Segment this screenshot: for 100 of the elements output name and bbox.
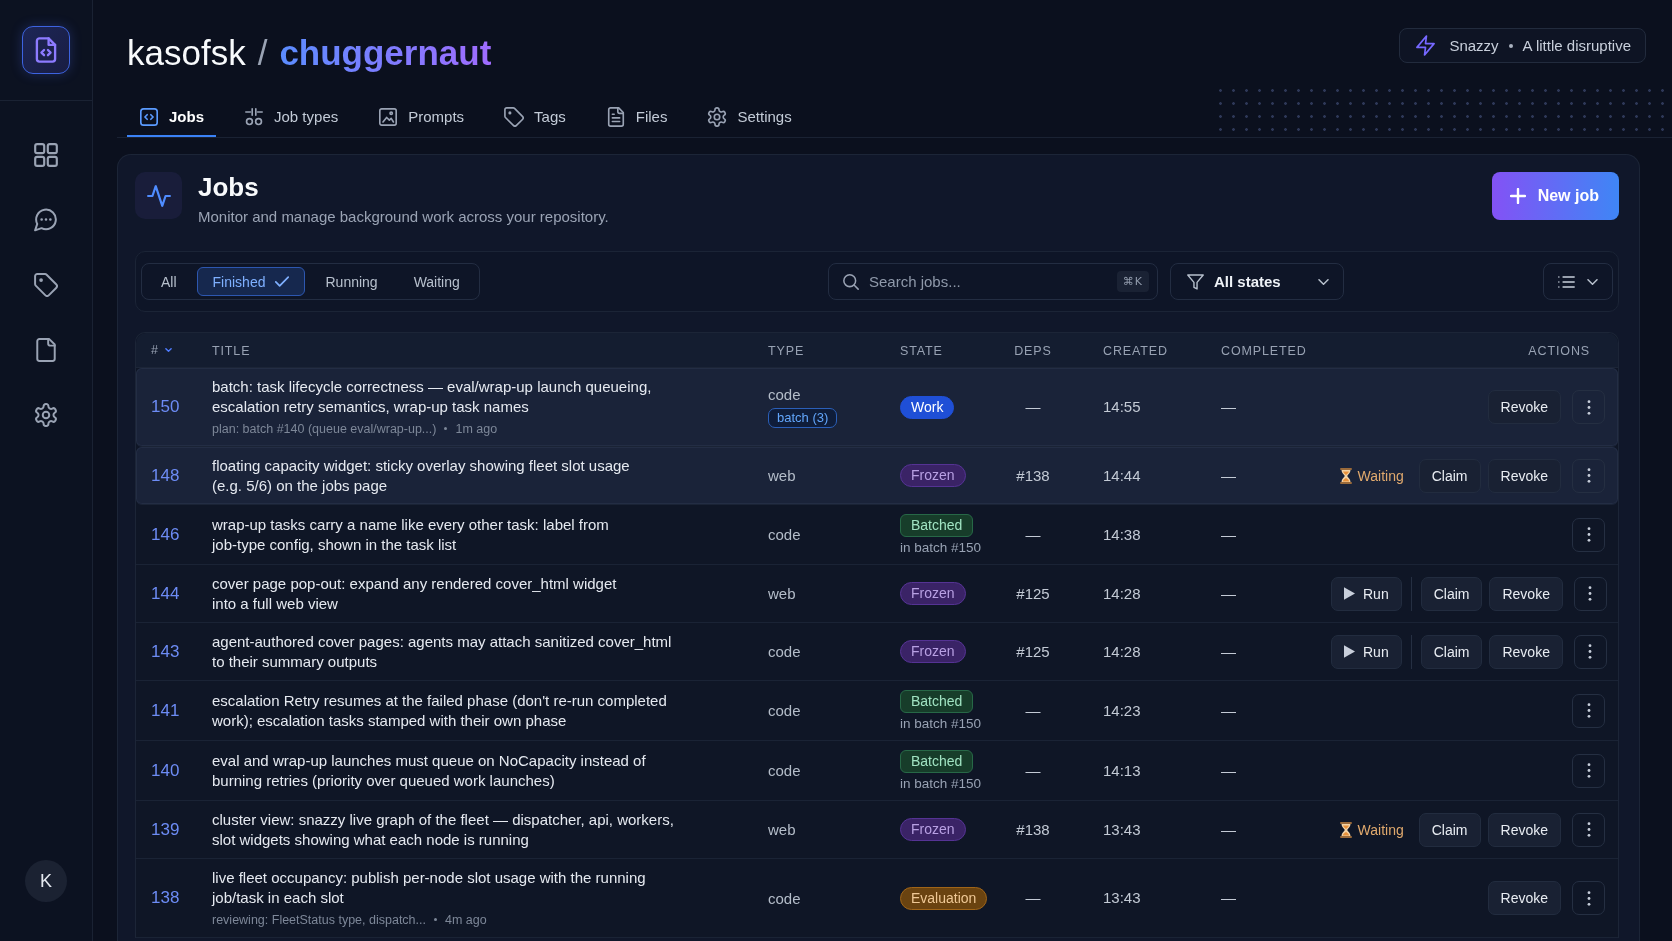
action-button[interactable]: Revoke <box>1489 634 1563 669</box>
state-filter-dropdown[interactable]: All states <box>1170 263 1344 300</box>
job-number-link[interactable]: 148 <box>136 465 180 486</box>
job-title: floating capacity widget: sticky overlay showing fleet slot usage (e.g. 5/6) on the jobs page <box>212 455 631 496</box>
table-row[interactable]: 148 floating capacity widget: sticky overlay showing fleet slot usage (e.g. 5/6) on the jobs page web Frozen #138 14:44 — Waiting Claim Revoke <box>136 447 1618 505</box>
deps-text: #138 <box>1016 820 1050 838</box>
chat-icon[interactable] <box>34 208 58 232</box>
more-button[interactable] <box>1572 693 1605 728</box>
deps-text: #125 <box>1016 584 1050 602</box>
batch-tag[interactable]: batch (3) <box>768 408 838 428</box>
more-button[interactable] <box>1572 458 1605 493</box>
created-time: 14:44 <box>1103 466 1141 484</box>
column-header: STATE <box>900 344 943 358</box>
bullet-icon <box>444 427 448 430</box>
more-button[interactable] <box>1572 812 1605 847</box>
column-header: TITLE <box>212 344 251 358</box>
job-number-link[interactable]: 141 <box>136 700 180 721</box>
vertical-dots-icon <box>1586 527 1591 542</box>
job-title: agent-authored cover pages: agents may attach sanitized cover_html to their summary outputs <box>212 631 673 672</box>
filter-tab[interactable]: All <box>145 267 193 296</box>
column-header: # <box>151 343 159 357</box>
vertical-dots-icon <box>1586 890 1591 906</box>
state-badge: Frozen <box>900 464 966 487</box>
settings-icon <box>707 107 728 127</box>
list-icon <box>1558 275 1575 288</box>
user-avatar[interactable]: K <box>25 860 67 902</box>
action-button[interactable]: Revoke <box>1487 390 1561 424</box>
filter-tab[interactable]: Waiting <box>397 267 476 296</box>
job-title: escalation Retry resumes at the failed phase (don't re-run completed work); escalation tasks stamped with their own phase <box>212 690 668 731</box>
job-type: web <box>768 821 796 838</box>
job-number-link[interactable]: 139 <box>136 819 180 840</box>
mood-button[interactable]: Snazzy A little disruptive <box>1399 28 1646 63</box>
play-icon <box>1344 587 1355 600</box>
panel-title: Jobs <box>198 172 259 202</box>
created-time: 14:55 <box>1103 398 1141 415</box>
column-header: ACTIONS <box>1528 344 1590 358</box>
new-job-button[interactable]: New job <box>1491 172 1619 220</box>
filter-tab[interactable]: Running <box>309 267 394 296</box>
action-button[interactable]: Revoke <box>1487 812 1561 847</box>
action-button[interactable]: Claim <box>1418 458 1481 493</box>
run-button[interactable]: Run <box>1331 634 1402 669</box>
job-number-link[interactable]: 150 <box>136 397 180 417</box>
state-badge: Batched <box>900 749 974 773</box>
tag-icon <box>504 107 525 127</box>
sliders-icon <box>244 107 264 127</box>
action-button[interactable]: Revoke <box>1489 576 1563 611</box>
more-button[interactable] <box>1572 517 1605 552</box>
nav-tab[interactable]: Jobs <box>127 97 216 137</box>
job-number-link[interactable]: 140 <box>136 760 180 781</box>
state-badge: Evaluation <box>900 886 988 910</box>
nav-tab[interactable]: Files <box>593 97 680 137</box>
tag-icon[interactable] <box>34 273 58 297</box>
job-title: batch: task lifecycle correctness — eval/wrap-up launch queueing, escalation retry semantics, wrap-up task names <box>212 376 653 417</box>
more-button[interactable] <box>1572 753 1605 788</box>
view-menu-button[interactable] <box>1543 263 1613 300</box>
action-button[interactable]: Claim <box>1420 634 1483 669</box>
owner-name[interactable]: kasofsk <box>127 32 246 74</box>
job-number-link[interactable]: 144 <box>136 583 180 604</box>
search-input[interactable]: Search jobs... <box>869 269 1107 294</box>
completed-time: — <box>1221 642 1236 660</box>
created-time: 14:23 <box>1103 701 1141 719</box>
job-number-link[interactable]: 146 <box>136 524 180 545</box>
deps-text: — <box>1025 761 1041 779</box>
deps-text: #125 <box>1016 642 1050 660</box>
action-button[interactable]: Revoke <box>1487 881 1561 915</box>
lightning-icon <box>1416 35 1436 56</box>
job-type: code <box>768 762 801 779</box>
created-time: 14:28 <box>1103 584 1141 602</box>
job-title: eval and wrap-up launches must queue on NoCapacity instead of burning retries (priority over queued work launches) <box>212 750 647 791</box>
table-row[interactable] <box>136 368 1618 447</box>
job-number-link[interactable]: 138 <box>136 888 180 908</box>
grid-icon[interactable] <box>34 143 58 167</box>
file-icon[interactable] <box>34 338 58 362</box>
job-type: code <box>768 889 801 907</box>
chevron-down-icon <box>1318 278 1329 285</box>
job-type: code <box>768 526 801 543</box>
action-button[interactable]: Revoke <box>1487 458 1561 493</box>
state-badge: Batched <box>900 513 974 537</box>
search-field[interactable]: Search jobs... ⌘K <box>828 263 1158 300</box>
nav-tab[interactable]: Prompts <box>366 97 477 137</box>
run-button[interactable]: Run <box>1331 576 1402 611</box>
more-button[interactable] <box>1572 881 1605 915</box>
more-button[interactable] <box>1572 390 1605 424</box>
settings-icon[interactable] <box>34 403 58 427</box>
file-icon <box>605 107 626 127</box>
job-type: web <box>768 467 796 484</box>
app-logo-icon[interactable] <box>22 26 70 74</box>
job-number-link[interactable]: 143 <box>136 641 180 662</box>
batch-note: in batch #150 <box>900 774 982 792</box>
state-badge: Frozen <box>900 818 966 841</box>
filter-tab[interactable]: Finished <box>196 267 306 296</box>
state-badge: Frozen <box>900 582 966 605</box>
nav-tab[interactable]: Job types <box>232 97 351 137</box>
action-button[interactable]: Claim <box>1420 576 1483 611</box>
column-header: COMPLETED <box>1221 344 1307 358</box>
action-button[interactable]: Claim <box>1418 812 1481 847</box>
sort-icon[interactable] <box>164 348 172 352</box>
image-icon <box>378 107 399 127</box>
nav-tab[interactable]: Settings <box>695 97 804 137</box>
nav-tab[interactable]: Tags <box>492 97 578 137</box>
